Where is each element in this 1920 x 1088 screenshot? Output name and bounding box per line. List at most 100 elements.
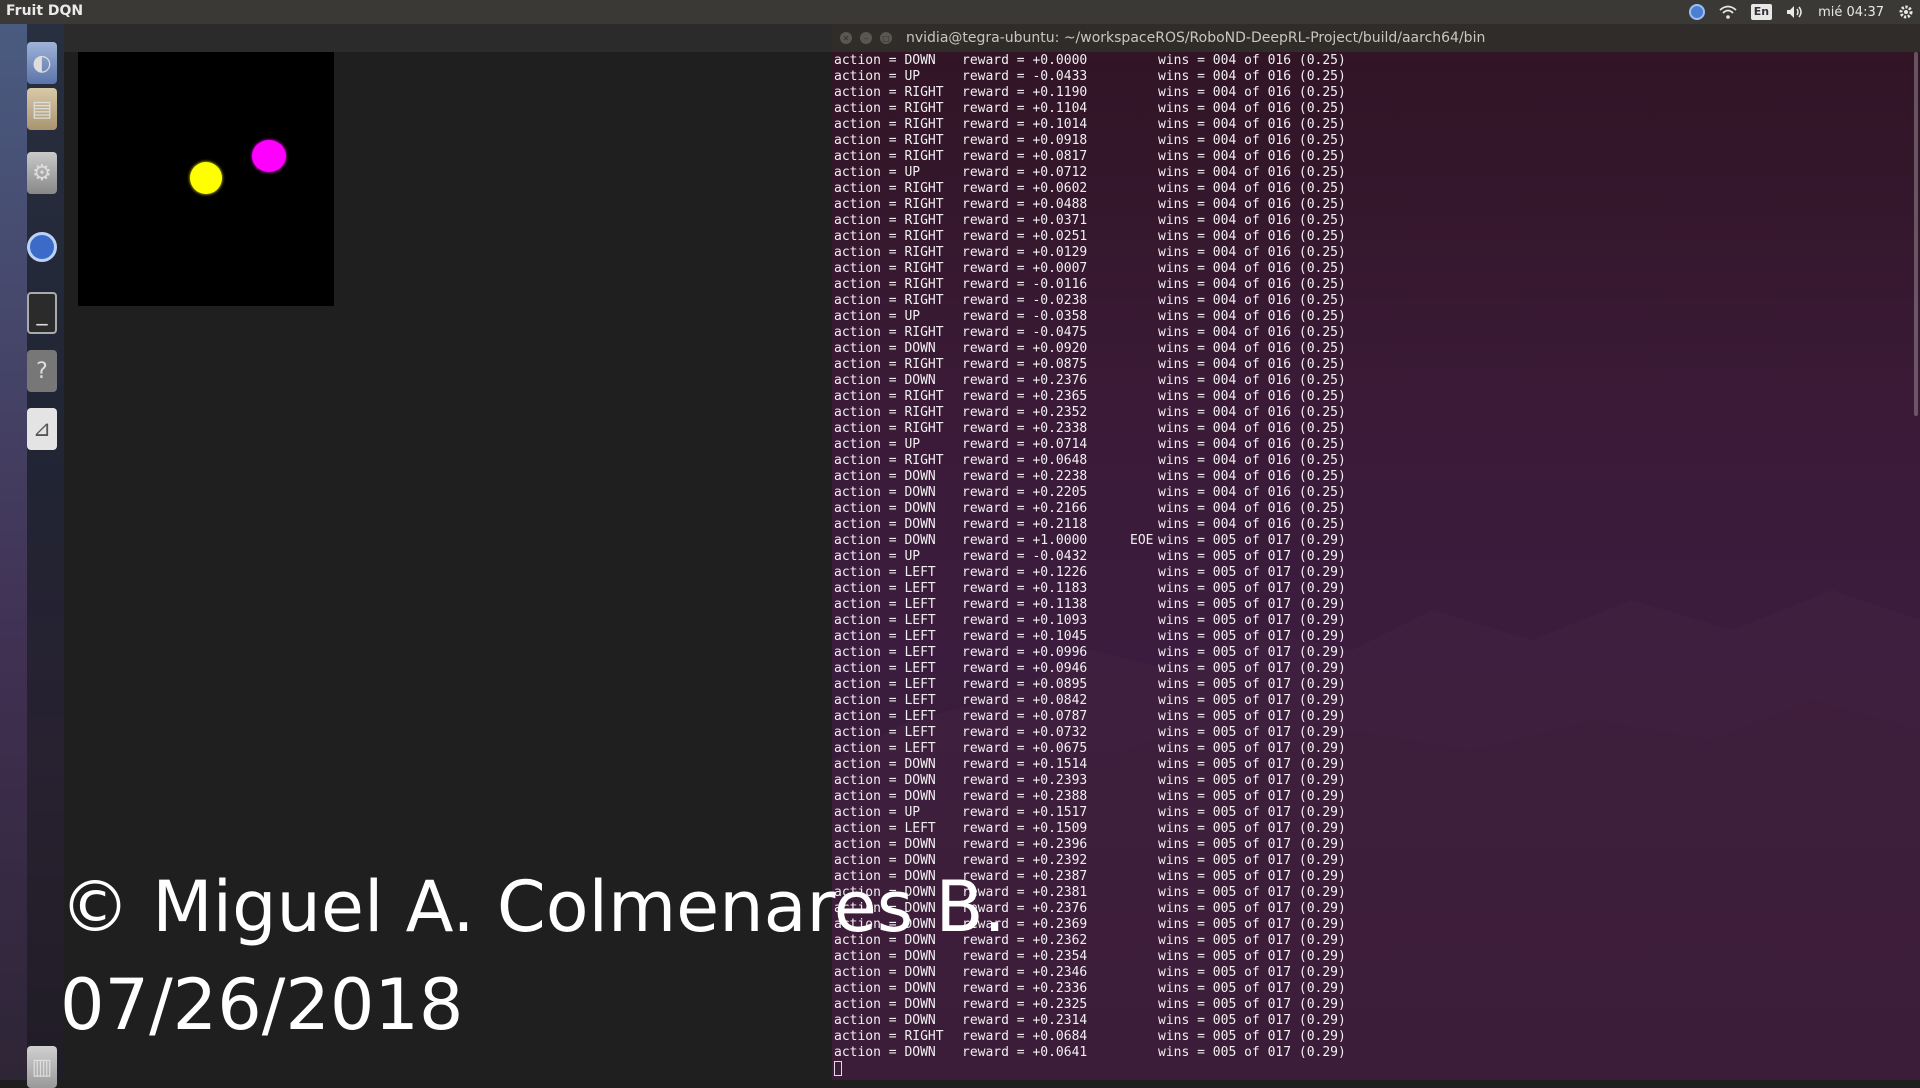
- terminal-titlebar[interactable]: ✕ – □ nvidia@tegra-ubuntu: ~/workspaceRO…: [832, 24, 1920, 52]
- terminal-line: action = LEFT reward = +0.0842 wins = 005 …: [834, 693, 1914, 709]
- terminal-action: action = RIGHT: [834, 245, 944, 260]
- terminal-cursor: [834, 1061, 842, 1076]
- terminal-line: action = LEFT reward = +0.0732 wins = 005 …: [834, 725, 1914, 741]
- terminal-action: action = RIGHT: [834, 453, 944, 468]
- minimize-icon[interactable]: –: [860, 32, 872, 44]
- terminal-icon[interactable]: _: [27, 292, 57, 334]
- terminal-scrollbar[interactable]: [1914, 52, 1918, 416]
- terminal-wins: wins = 004 of 016 (0.25): [1158, 405, 1346, 420]
- terminal-reward: reward = +0.2365: [962, 389, 1088, 404]
- terminal-line: action = UP reward = +0.0712 wins = 004 of…: [834, 165, 1914, 181]
- terminal-action: action = LEFT: [834, 597, 936, 612]
- terminal-action: action = LEFT: [834, 821, 936, 836]
- terminal-wins: wins = 005 of 017 (0.29): [1158, 645, 1346, 660]
- files-icon[interactable]: ▤: [27, 88, 57, 130]
- terminal-line: action = LEFT reward = +0.1183 wins = 005 …: [834, 581, 1914, 597]
- terminal-action: action = LEFT: [834, 741, 936, 756]
- top-launcher-icon[interactable]: ◐: [27, 42, 57, 84]
- terminal-wins: wins = 004 of 016 (0.25): [1158, 421, 1346, 436]
- terminal-wins: wins = 005 of 017 (0.29): [1158, 869, 1346, 884]
- terminal-wins: wins = 004 of 016 (0.25): [1158, 469, 1346, 484]
- terminal-wins: wins = 005 of 017 (0.29): [1158, 629, 1346, 644]
- terminal-line: action = DOWN reward = +0.2118 wins = 004 …: [834, 517, 1914, 533]
- clock[interactable]: mié 04:37: [1818, 2, 1884, 22]
- terminal-action: action = LEFT: [834, 565, 936, 580]
- chromium-icon[interactable]: [27, 232, 57, 262]
- terminal-wins: wins = 005 of 017 (0.29): [1158, 821, 1346, 836]
- terminal-wins: wins = 005 of 017 (0.29): [1158, 581, 1346, 596]
- terminal-wins: wins = 004 of 016 (0.25): [1158, 325, 1346, 340]
- terminal-line: action = DOWN reward = +0.1514 wins = 005 …: [834, 757, 1914, 773]
- launcher: ◐ ▤ ⚙ _ ? ⊿ ▥: [0, 24, 64, 1088]
- trash-icon[interactable]: ▥: [27, 1046, 57, 1088]
- terminal-wins: wins = 005 of 017 (0.29): [1158, 885, 1346, 900]
- terminal-action: action = UP: [834, 69, 921, 84]
- terminal-action: action = RIGHT: [834, 357, 944, 372]
- terminal-line: action = UP reward = +0.0714 wins = 004 of…: [834, 437, 1914, 453]
- terminal-action: action = DOWN: [834, 773, 936, 788]
- terminal-line: action = UP reward = -0.0433 wins = 004 of…: [834, 69, 1914, 85]
- terminal-action: action = LEFT: [834, 725, 936, 740]
- terminal-reward: reward = +0.1514: [962, 757, 1088, 772]
- terminal-wins: wins = 005 of 017 (0.29): [1158, 805, 1346, 820]
- terminal-action: action = RIGHT: [834, 101, 944, 116]
- chrome-indicator-icon[interactable]: [1688, 2, 1705, 22]
- close-icon[interactable]: ✕: [840, 32, 852, 44]
- terminal-wins: wins = 005 of 017 (0.29): [1158, 693, 1346, 708]
- terminal-action: action = RIGHT: [834, 133, 944, 148]
- settings-icon[interactable]: ⚙: [27, 152, 57, 194]
- terminal-wins: wins = 004 of 016 (0.25): [1158, 373, 1346, 388]
- terminal-line: action = RIGHT reward = +0.1014 wins = 004…: [834, 117, 1914, 133]
- terminal-reward: reward = +0.0129: [962, 245, 1088, 260]
- terminal-line: action = UP reward = -0.0432 wins = 005 of…: [834, 549, 1914, 565]
- terminal-line: action = DOWN reward = +0.2166 wins = 004 …: [834, 501, 1914, 517]
- terminal-line: action = RIGHT reward = +0.2352 wins = 004…: [834, 405, 1914, 421]
- terminal-reward: reward = +0.2205: [962, 485, 1088, 500]
- terminal-line: action = LEFT reward = +0.1045 wins = 005 …: [834, 629, 1914, 645]
- game-window-titlebar[interactable]: [64, 24, 832, 52]
- terminal-action: action = DOWN: [834, 837, 936, 852]
- terminal-action: action = DOWN: [834, 533, 936, 548]
- terminal-line: action = DOWN reward = +0.2396 wins = 005 …: [834, 837, 1914, 853]
- terminal-line: action = RIGHT reward = -0.0238 wins = 004…: [834, 293, 1914, 309]
- terminal-action: action = RIGHT: [834, 261, 944, 276]
- terminal-title: nvidia@tegra-ubuntu: ~/workspaceROS/Robo…: [906, 30, 1486, 46]
- terminal-wins: wins = 005 of 017 (0.29): [1158, 997, 1346, 1012]
- app-title: Fruit DQN: [6, 3, 84, 19]
- terminal-line: action = DOWN reward = +0.2205 wins = 004 …: [834, 485, 1914, 501]
- maximize-icon[interactable]: □: [880, 32, 892, 44]
- terminal-reward: reward = -0.0358: [962, 309, 1088, 324]
- terminal-line: action = RIGHT reward = +0.0875 wins = 004…: [834, 357, 1914, 373]
- terminal-wins: wins = 005 of 017 (0.29): [1158, 949, 1346, 964]
- help-icon[interactable]: ?: [27, 350, 57, 392]
- terminal-wins: wins = 004 of 016 (0.25): [1158, 149, 1346, 164]
- terminal-action: action = DOWN: [834, 517, 936, 532]
- terminal-action: action = RIGHT: [834, 149, 944, 164]
- terminal-line: action = LEFT reward = +0.1226 wins = 005 …: [834, 565, 1914, 581]
- terminal-action: action = RIGHT: [834, 421, 944, 436]
- terminal-reward: reward = +0.1183: [962, 581, 1088, 596]
- terminal-wins: wins = 004 of 016 (0.25): [1158, 229, 1346, 244]
- terminal-action: action = RIGHT: [834, 213, 944, 228]
- terminal-wins: wins = 005 of 017 (0.29): [1158, 757, 1346, 772]
- chart-app-icon[interactable]: ⊿: [27, 408, 57, 450]
- terminal-line: action = RIGHT reward = +0.0817 wins = 004…: [834, 149, 1914, 165]
- terminal-reward: reward = +0.0602: [962, 181, 1088, 196]
- terminal-reward: reward = -0.0433: [962, 69, 1088, 84]
- terminal-line: action = DOWN reward = +0.2376 wins = 004 …: [834, 373, 1914, 389]
- terminal-reward: reward = +0.0875: [962, 357, 1088, 372]
- system-indicators: En mié 04:37: [1688, 2, 1914, 22]
- keyboard-layout-icon[interactable]: En: [1750, 4, 1773, 20]
- terminal-action: action = LEFT: [834, 661, 936, 676]
- terminal-action: action = UP: [834, 549, 921, 564]
- terminal-wins: wins = 005 of 017 (0.29): [1158, 837, 1346, 852]
- terminal-reward: reward = +0.1226: [962, 565, 1088, 580]
- terminal-reward: reward = +0.0714: [962, 437, 1088, 452]
- terminal-wins: wins = 004 of 016 (0.25): [1158, 197, 1346, 212]
- terminal-wins: wins = 005 of 017 (0.29): [1158, 1029, 1346, 1044]
- terminal-line: action = DOWN reward = +1.0000 EOE wins = 0…: [834, 533, 1914, 549]
- terminal-wins: wins = 004 of 016 (0.25): [1158, 117, 1346, 132]
- wifi-icon[interactable]: [1719, 2, 1737, 22]
- volume-icon[interactable]: [1786, 2, 1804, 22]
- gear-icon[interactable]: [1898, 2, 1914, 22]
